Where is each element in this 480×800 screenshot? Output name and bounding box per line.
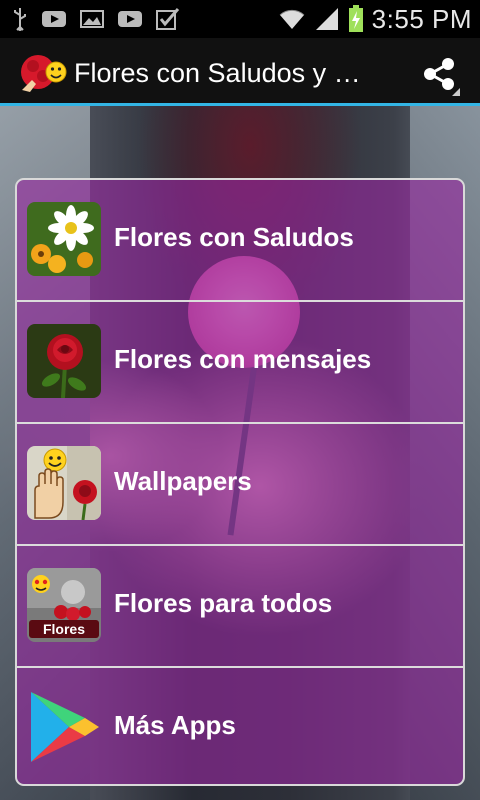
menu-panel: Flores con Saludos Flores con mensajes W… bbox=[15, 178, 465, 786]
menu-item-label: Wallpapers bbox=[114, 466, 252, 496]
menu-item-label: Flores para todos bbox=[114, 588, 333, 618]
battery-charging-icon bbox=[348, 5, 364, 33]
menu-item-label: Flores con mensajes bbox=[114, 344, 372, 374]
hand-smiley-rose-icon bbox=[27, 446, 101, 520]
menu-item-label: Flores con Saludos bbox=[114, 222, 354, 252]
usb-icon bbox=[12, 7, 28, 31]
share-icon bbox=[418, 58, 462, 100]
status-clock: 3:55 PM bbox=[371, 3, 472, 34]
signal-icon bbox=[314, 6, 340, 32]
menu-item-wallpapers[interactable]: Wallpapers bbox=[17, 424, 463, 546]
menu-item-flores-con-saludos[interactable]: Flores con Saludos bbox=[17, 180, 463, 302]
app-title: Flores con Saludos y M... bbox=[74, 58, 374, 88]
youtube-icon bbox=[42, 9, 66, 29]
flores-photo-icon: Flores bbox=[27, 568, 101, 642]
menu-item-flores-con-mensajes[interactable]: Flores con mensajes bbox=[17, 302, 463, 424]
wifi-icon bbox=[278, 7, 306, 31]
youtube-icon bbox=[118, 9, 142, 29]
daisy-flower-icon bbox=[27, 202, 101, 276]
menu-item-flores-para-todos[interactable]: Flores Flores para todos bbox=[17, 546, 463, 668]
status-bar: 3:55 PM bbox=[0, 0, 480, 38]
red-rose-icon bbox=[27, 324, 101, 398]
image-icon bbox=[80, 9, 104, 29]
action-bar: Flores con Saludos y M... bbox=[0, 38, 480, 106]
app-logo-icon[interactable] bbox=[20, 50, 68, 94]
play-store-icon bbox=[27, 690, 101, 764]
svg-text:Flores: Flores bbox=[43, 621, 85, 637]
share-button[interactable] bbox=[418, 52, 462, 96]
checkbox-icon bbox=[156, 8, 180, 30]
menu-item-mas-apps[interactable]: Más Apps bbox=[17, 668, 463, 784]
menu-item-label: Más Apps bbox=[114, 710, 236, 740]
